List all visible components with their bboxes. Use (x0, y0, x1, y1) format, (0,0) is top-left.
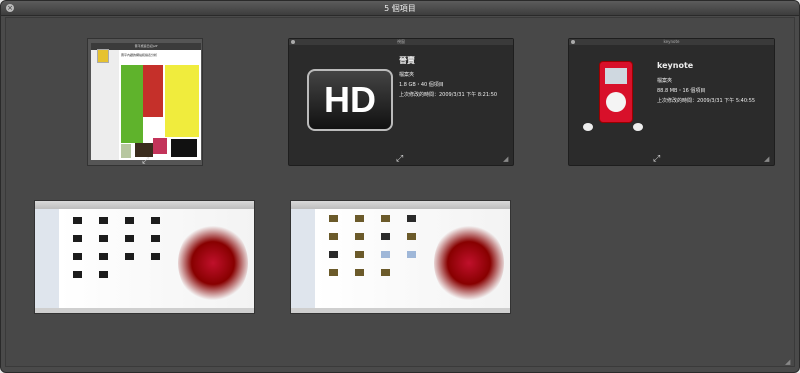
photo (153, 138, 167, 154)
finder-toolbar (291, 201, 510, 209)
window-title: 5 個項目 (384, 4, 416, 13)
folder-icon (125, 217, 134, 224)
folder-icon (73, 235, 82, 242)
image-file-icon (355, 251, 364, 258)
hard-drive-icon: HD (307, 69, 393, 131)
item-kind: 檔案夾 (657, 78, 673, 84)
finder-toolbar (35, 201, 254, 209)
expand-icon[interactable]: ⤢ (396, 154, 403, 164)
folder-icon (73, 271, 82, 278)
image-file-icon (329, 215, 338, 222)
finder-content (59, 209, 254, 309)
item-modified: 上次修改的時間：2009/3/31 下午 5:40:55 (657, 98, 756, 104)
resize-grip-icon[interactable]: ◢ (785, 358, 793, 366)
folder-icon (125, 235, 134, 242)
folder-icon (151, 235, 160, 242)
finder-status-bar (35, 308, 254, 313)
panel-title: 視窗 (289, 39, 513, 45)
folder-icon (125, 253, 134, 260)
image-file-icon (355, 233, 364, 240)
image-file-icon (329, 251, 338, 258)
image-file-icon (381, 233, 390, 240)
folder-icon (73, 253, 82, 260)
expand-icon[interactable]: ⤢ (142, 156, 149, 166)
green-column (121, 65, 143, 143)
item-name: keynote (657, 61, 694, 70)
folder-icon (99, 253, 108, 260)
folder-icon (151, 217, 160, 224)
wallpaper-art (434, 223, 504, 303)
finder-window-preview[interactable] (290, 200, 511, 314)
document-sidebar (91, 50, 119, 160)
folder-icon (151, 253, 160, 260)
yellow-column (165, 65, 199, 137)
keynote-folder-preview[interactable]: keynote keynote 檔案夾 88.8 MB・16 個項目 上次修改的… (568, 38, 775, 166)
item-kind: 檔案夾 (399, 72, 415, 78)
photo (121, 144, 131, 158)
resize-grip-icon[interactable]: ◢ (764, 155, 772, 163)
folder-icon (73, 217, 82, 224)
image-file-icon (381, 269, 390, 276)
item-size: 88.8 MB・16 個項目 (657, 88, 706, 94)
image-file-icon (407, 215, 416, 222)
item-modified: 上次修改的時間：2009/3/31 下午 8:21:50 (399, 92, 498, 98)
image-file-icon (329, 233, 338, 240)
image-file-icon (355, 215, 364, 222)
title-bar[interactable]: × 5 個項目 (1, 1, 799, 16)
resize-grip-icon[interactable]: ◢ (503, 155, 511, 163)
finder-window-preview[interactable] (34, 200, 255, 314)
earbud-icon (583, 123, 593, 131)
image-file-icon (355, 269, 364, 276)
finder-content (315, 209, 510, 309)
close-icon[interactable] (571, 40, 575, 44)
image-file-icon (407, 233, 416, 240)
document-title: 晋平內鑽的網站和總表分析 (121, 53, 158, 57)
hd-folder-preview[interactable]: 視窗 HD 晉賣 檔案夾 1.8 GB・40 個項目 上次修改的時間：2009/… (288, 38, 514, 166)
finder-status-bar (291, 308, 510, 313)
document-page: 晋平旅遊日記pdf 晋平內鑽的網站和總表分析 (91, 43, 201, 160)
wallpaper-art (178, 223, 248, 303)
red-column (143, 65, 163, 117)
item-name: 晉賣 (399, 56, 415, 65)
photo (135, 143, 153, 157)
finder-sidebar (291, 209, 315, 309)
quicklook-window: × 5 個項目 晋平旅遊日記pdf 晋平內鑽的網站和總表分析 ⤢ 視窗 HD 晉… (0, 0, 800, 373)
expand-icon[interactable]: ⤢ (653, 154, 660, 164)
document-icon (407, 251, 416, 258)
image-file-icon (329, 269, 338, 276)
document-icon (381, 251, 390, 258)
document-logo (97, 49, 109, 63)
panel-title: keynote (569, 39, 774, 45)
finder-sidebar (35, 209, 59, 309)
folder-icon (99, 235, 108, 242)
ipod-screen (605, 68, 627, 84)
item-size: 1.8 GB・40 個項目 (399, 82, 444, 88)
hd-icon-label: HD (324, 79, 376, 120)
folder-icon (99, 271, 108, 278)
photo (171, 139, 197, 157)
image-file-icon (381, 215, 390, 222)
ipod-icon (599, 61, 633, 123)
folder-icon (99, 217, 108, 224)
close-icon[interactable] (291, 40, 295, 44)
earbud-icon (633, 123, 643, 131)
document-preview[interactable]: 晋平旅遊日記pdf 晋平內鑽的網站和總表分析 ⤢ (87, 38, 203, 166)
ipod-wheel (606, 92, 626, 112)
